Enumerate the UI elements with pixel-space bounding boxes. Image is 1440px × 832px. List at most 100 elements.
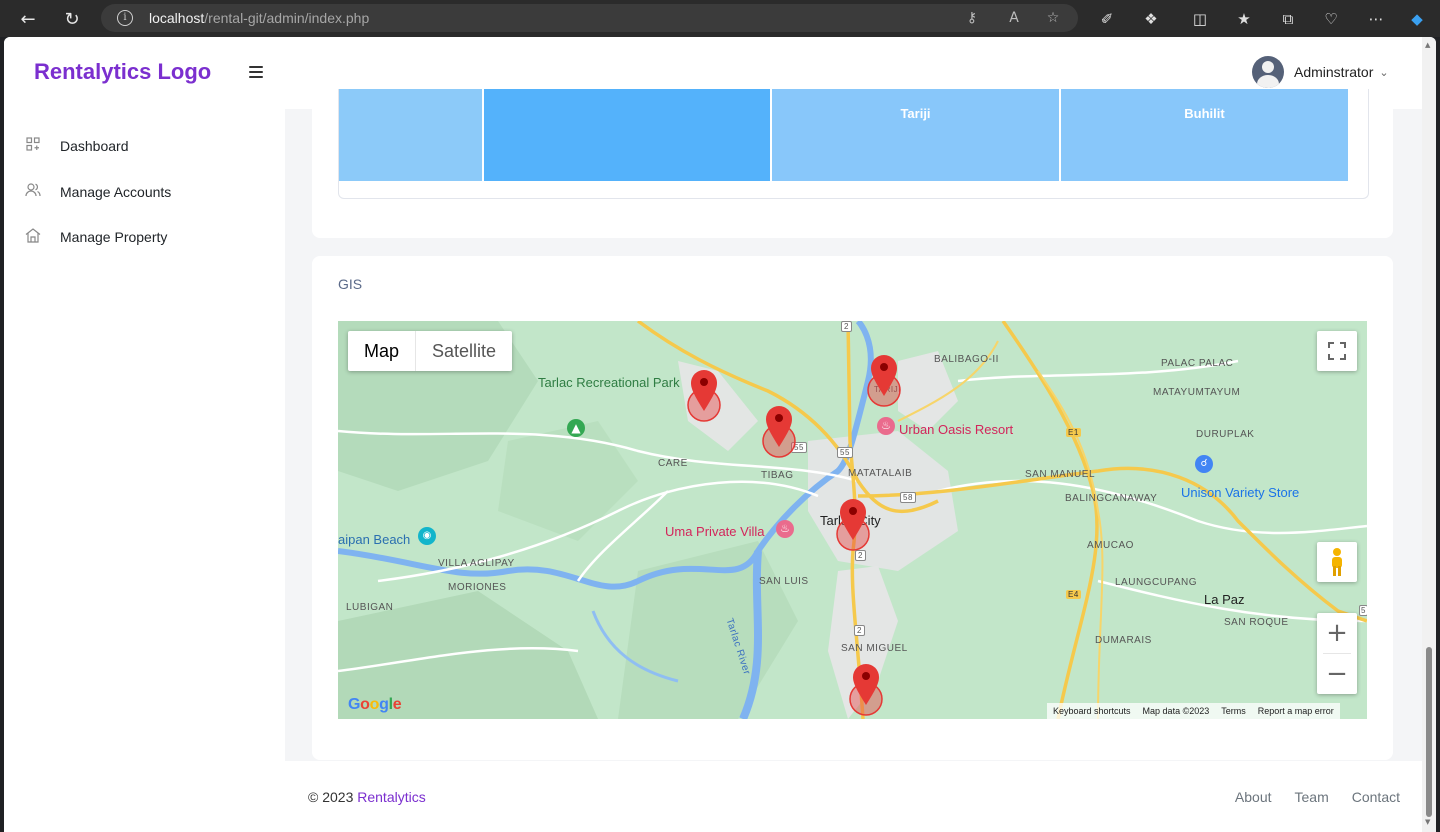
route-badge: 55 bbox=[791, 442, 807, 453]
favorites-icon[interactable]: ★ bbox=[1233, 8, 1255, 30]
scroll-up-icon[interactable]: ▲ bbox=[1425, 41, 1430, 49]
place-dumarais: DUMARAIS bbox=[1095, 635, 1152, 646]
footer-links: About Team Contact bbox=[1235, 789, 1400, 805]
sidebar-item-dashboard[interactable]: Dashboard bbox=[24, 137, 129, 155]
page-scrollbar[interactable]: ▲ ▼ bbox=[1422, 37, 1436, 832]
zoom-out-button[interactable]: − bbox=[1317, 654, 1357, 694]
place-san-miguel: SAN MIGUEL bbox=[841, 643, 908, 654]
place-balingcanaway: BALINGCANAWAY bbox=[1065, 493, 1158, 504]
place-tariji: TARIJI bbox=[874, 385, 901, 394]
main-content: Tariji Buhilit GIS Map Satellite + − Tar… bbox=[285, 89, 1422, 761]
card-title: GIS bbox=[338, 276, 363, 292]
more-icon[interactable]: ⋯ bbox=[1365, 8, 1387, 30]
poi-tarlac-recreational-park[interactable]: Tarlac Recreational Park bbox=[538, 376, 680, 390]
key-icon[interactable]: ⚷ bbox=[963, 9, 981, 27]
footer-link-contact[interactable]: Contact bbox=[1352, 789, 1400, 805]
fullscreen-icon[interactable] bbox=[1317, 331, 1357, 371]
place-san-manuel: SAN MANUEL bbox=[1025, 469, 1096, 480]
google-logo[interactable]: Google bbox=[348, 696, 402, 714]
map-type-satellite-button[interactable]: Satellite bbox=[416, 331, 512, 371]
route-badge: 2 bbox=[841, 321, 852, 332]
split-screen-icon[interactable]: ◫ bbox=[1189, 8, 1211, 30]
address-bar[interactable]: i localhost/rental-git/admin/index.php ⚷… bbox=[101, 4, 1078, 32]
scroll-down-icon[interactable]: ▼ bbox=[1425, 818, 1430, 826]
menu-toggle-icon[interactable] bbox=[249, 66, 263, 78]
route-badge: 58 bbox=[900, 492, 916, 503]
sidebar-item-manage-property[interactable]: Manage Property bbox=[24, 228, 167, 246]
terms-link[interactable]: Terms bbox=[1215, 703, 1252, 719]
route-badge: 2 bbox=[854, 625, 865, 636]
map-attribution: Keyboard shortcuts Map data ©2023 Terms … bbox=[1047, 703, 1340, 719]
footer-link-team[interactable]: Team bbox=[1295, 789, 1329, 805]
treemap-tile[interactable]: Tariji bbox=[772, 89, 1059, 181]
place-tibag: TIBAG bbox=[761, 470, 794, 481]
city-label-la-paz: La Paz bbox=[1204, 592, 1245, 607]
place-laungcupang: LAUNGCUPANG bbox=[1115, 577, 1197, 588]
treemap-card: Tariji Buhilit bbox=[312, 89, 1393, 238]
place-amucao: AMUCAO bbox=[1087, 540, 1134, 551]
health-icon[interactable]: ♡ bbox=[1320, 8, 1342, 30]
scrollbar-thumb[interactable] bbox=[1426, 647, 1432, 817]
keyboard-shortcuts-link[interactable]: Keyboard shortcuts bbox=[1047, 703, 1137, 719]
map-type-control: Map Satellite bbox=[348, 331, 513, 371]
route-badge: 2 bbox=[855, 550, 866, 561]
resort-pin-icon[interactable]: ♨ bbox=[877, 417, 895, 435]
footer: © 2023 Rentalytics About Team Contact bbox=[285, 761, 1422, 832]
place-san-roque: SAN ROQUE bbox=[1224, 617, 1289, 628]
page: Rentalytics Logo Adminstrator ⌄ Dashboar… bbox=[4, 37, 1436, 832]
route-badge: E4 bbox=[1066, 590, 1081, 599]
treemap-tile[interactable]: Buhilit bbox=[1061, 89, 1348, 181]
home-icon bbox=[24, 228, 42, 246]
url-text[interactable]: localhost/rental-git/admin/index.php bbox=[149, 10, 369, 26]
poi-uma-private-villa[interactable]: Uma Private Villa bbox=[665, 524, 764, 539]
chevron-down-icon[interactable]: ⌄ bbox=[1379, 66, 1388, 79]
footer-brand-link[interactable]: Rentalytics bbox=[357, 789, 425, 805]
footer-link-about[interactable]: About bbox=[1235, 789, 1272, 805]
treemap-tile[interactable] bbox=[484, 89, 770, 181]
sidebar-item-label: Dashboard bbox=[60, 138, 129, 154]
place-balibago: BALIBAGO-II bbox=[934, 354, 999, 365]
sidebar-item-label: Manage Property bbox=[60, 229, 168, 245]
sidebar-item-label: Manage Accounts bbox=[60, 184, 172, 200]
sidebar-item-manage-accounts[interactable]: Manage Accounts bbox=[24, 183, 171, 201]
zoom-control: + − bbox=[1317, 613, 1357, 694]
place-moriones: MORIONES bbox=[448, 582, 507, 593]
street-view-pegman-icon[interactable] bbox=[1317, 542, 1357, 582]
reload-icon[interactable]: ↻ bbox=[61, 8, 83, 30]
user-profile-menu[interactable]: Adminstrator ⌄ bbox=[1252, 56, 1389, 88]
extensions-icon[interactable]: ❖ bbox=[1140, 8, 1162, 30]
place-san-luis: SAN LUIS bbox=[759, 576, 809, 587]
favorite-star-icon[interactable]: ☆ bbox=[1044, 9, 1062, 27]
report-map-error-link[interactable]: Report a map error bbox=[1252, 703, 1340, 719]
collections-icon[interactable]: ⧉ bbox=[1277, 8, 1299, 30]
place-lubigan: LUBIGAN bbox=[346, 602, 394, 613]
users-icon bbox=[24, 183, 42, 201]
browser-toolbar: ← ↻ i localhost/rental-git/admin/index.p… bbox=[0, 0, 1440, 37]
map-data-text: Map data ©2023 bbox=[1142, 706, 1210, 716]
resort-pin-icon[interactable]: ♨ bbox=[776, 520, 794, 538]
route-badge: 5 bbox=[1359, 605, 1367, 616]
shopping-cart-icon[interactable]: ☌ bbox=[1195, 455, 1213, 473]
eyedropper-icon[interactable]: ✐ bbox=[1096, 8, 1118, 30]
back-icon[interactable]: ← bbox=[17, 8, 39, 30]
zoom-in-button[interactable]: + bbox=[1317, 613, 1357, 653]
place-duruplak: DURUPLAK bbox=[1196, 429, 1255, 440]
park-pin-icon[interactable]: ▲ bbox=[567, 419, 585, 437]
sidebar: Dashboard Manage Accounts Manage Propert… bbox=[4, 109, 285, 832]
place-matatalaib: MATATALAIB bbox=[848, 468, 913, 479]
app-logo[interactable]: Rentalytics Logo bbox=[34, 59, 211, 85]
avatar[interactable] bbox=[1252, 56, 1284, 88]
read-aloud-icon[interactable]: A bbox=[1005, 9, 1023, 27]
info-icon[interactable]: i bbox=[117, 10, 133, 26]
user-name[interactable]: Adminstrator bbox=[1294, 64, 1373, 80]
poi-urban-oasis-resort[interactable]: Urban Oasis Resort bbox=[899, 422, 1013, 437]
map[interactable]: Map Satellite + − Tarlac Recreational Pa… bbox=[338, 321, 1367, 719]
city-label-tarlac-city: Tarlac City bbox=[820, 513, 881, 528]
camera-pin-icon[interactable]: ◉ bbox=[418, 527, 436, 545]
poi-beach[interactable]: aipan Beach bbox=[338, 532, 410, 547]
treemap-chart: Tariji Buhilit bbox=[338, 89, 1369, 199]
poi-unison-variety-store[interactable]: Unison Variety Store bbox=[1181, 485, 1299, 500]
map-type-map-button[interactable]: Map bbox=[348, 331, 417, 371]
copilot-icon[interactable]: ◆ bbox=[1406, 8, 1428, 30]
treemap-tile[interactable] bbox=[339, 89, 482, 181]
